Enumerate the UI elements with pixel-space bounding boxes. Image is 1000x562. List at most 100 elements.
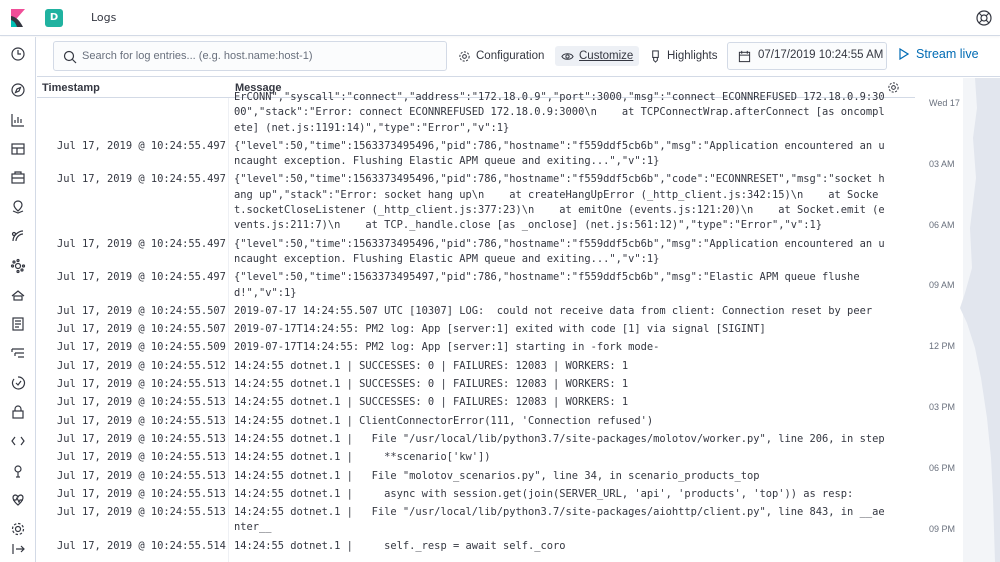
log-message: {"level":50,"time":1563373495496,"pid":7…: [234, 139, 885, 168]
log-message: {"level":50,"time":1563373495496,"pid":7…: [234, 237, 885, 265]
log-timestamp: Jul 17, 2019 @ 10:24:55.513: [57, 487, 226, 500]
infrastructure-icon[interactable]: [10, 258, 26, 274]
heartbeat-icon[interactable]: [10, 492, 26, 508]
log-message: 14:24:55 dotnet.1 | async with session.g…: [234, 487, 854, 500]
breadcrumb-logs: Logs: [91, 11, 117, 24]
log-row[interactable]: Jul 17, 2019 @ 10:24:55.507 2019-07-17 14…: [37, 304, 915, 319]
minimap-label: 03 AM: [929, 159, 955, 169]
date-picker[interactable]: 07/17/2019 10:24:55 AM: [727, 42, 887, 70]
highlighter-icon: [652, 49, 659, 63]
log-row[interactable]: Jul 17, 2019 @ 10:24:55.509 2019-07-17T14…: [37, 340, 915, 355]
log-row[interactable]: Jul 17, 2019 @ 10:24:55.513 14:24:55 dotn…: [37, 432, 915, 447]
search-bar[interactable]: [53, 41, 447, 71]
logs-toolbar: Configuration Customize Highlights 07/17…: [37, 37, 1000, 77]
log-message: 14:24:55 dotnet.1 | File "/usr/local/lib…: [234, 506, 885, 534]
log-stream: Timestamp Message ErCONN","syscall":"con…: [37, 78, 915, 562]
customize-button[interactable]: Customize: [555, 46, 640, 66]
collapse-icon[interactable]: [10, 541, 26, 557]
log-message: 14:24:55 dotnet.1 | SUCCESSES: 0 | FAILU…: [234, 359, 629, 372]
maps-icon[interactable]: [10, 199, 26, 215]
log-timestamp: Jul 17, 2019 @ 10:24:55.513: [57, 378, 226, 391]
uptime-icon[interactable]: [10, 375, 26, 391]
log-timestamp: Jul 17, 2019 @ 10:24:55.509: [57, 341, 226, 354]
log-message: 14:24:55 dotnet.1 | SUCCESSES: 0 | FAILU…: [234, 396, 629, 409]
dev-tools-icon[interactable]: [10, 433, 26, 449]
minimap-label: 06 PM: [929, 463, 956, 473]
minimap-density-graph: [960, 78, 1000, 562]
log-message: {"level":50,"time":1563373495496,"pid":7…: [234, 173, 885, 232]
log-row[interactable]: Jul 17, 2019 @ 10:24:55.513 14:24:55 dotn…: [37, 505, 915, 536]
log-row[interactable]: Jul 17, 2019 @ 10:24:55.513 14:24:55 dotn…: [37, 395, 915, 410]
log-message: 14:24:55 dotnet.1 | ClientConnectorError…: [234, 414, 654, 427]
log-row[interactable]: Jul 17, 2019 @ 10:24:55.497 {"level":50,"…: [37, 139, 915, 170]
monitoring-icon[interactable]: [10, 463, 26, 479]
side-navigation: [0, 37, 36, 562]
log-timestamp: Jul 17, 2019 @ 10:24:55.512: [57, 359, 226, 372]
log-message: {"level":50,"time":1563373495497,"pid":7…: [234, 271, 860, 299]
logs-icon[interactable]: [6, 313, 30, 335]
log-message: 2019-07-17T14:24:55: PM2 log: App [serve…: [234, 323, 766, 336]
minimap-label: Wed 17: [929, 98, 960, 108]
play-icon: [899, 48, 909, 60]
log-row[interactable]: Jul 17, 2019 @ 10:24:55.513 14:24:55 dotn…: [37, 414, 915, 429]
log-message: 14:24:55 dotnet.1 | File "molotov_scenar…: [234, 469, 760, 482]
log-timestamp: Jul 17, 2019 @ 10:24:55.497: [57, 173, 226, 186]
stream-live-button[interactable]: Stream live: [899, 47, 979, 61]
log-row[interactable]: Jul 17, 2019 @ 10:24:55.513 14:24:55 dotn…: [37, 377, 915, 392]
log-timestamp: Jul 17, 2019 @ 10:24:55.513: [57, 469, 226, 482]
log-row[interactable]: Jul 17, 2019 @ 10:24:55.514 14:24:55 dotn…: [37, 539, 915, 554]
machine-learning-icon[interactable]: [10, 228, 26, 244]
management-icon[interactable]: [10, 521, 26, 537]
minimap-label: 09 PM: [929, 524, 956, 534]
log-row[interactable]: Jul 17, 2019 @ 10:24:55.497 {"level":50,"…: [37, 237, 915, 268]
minimap-label: 06 AM: [929, 220, 955, 230]
log-timestamp: Jul 17, 2019 @ 10:24:55.514: [57, 539, 226, 552]
canvas-icon[interactable]: [10, 170, 26, 186]
log-message: 14:24:55 dotnet.1 | File "/usr/local/lib…: [234, 432, 885, 445]
minimap-label: 12 PM: [929, 341, 956, 351]
log-row[interactable]: Jul 17, 2019 @ 10:24:55.507 2019-07-17T14…: [37, 322, 915, 337]
space-avatar[interactable]: D: [45, 9, 63, 27]
compass-icon[interactable]: [10, 82, 26, 98]
log-timestamp: Jul 17, 2019 @ 10:24:55.513: [57, 451, 226, 464]
log-message: 2019-07-17 14:24:55.507 UTC [10307] LOG:…: [234, 304, 873, 317]
top-header: D Logs: [0, 0, 1000, 36]
log-row[interactable]: Jul 17, 2019 @ 10:24:55.513 14:24:55 dotn…: [37, 450, 915, 465]
log-timestamp: Jul 17, 2019 @ 10:24:55.513: [57, 414, 226, 427]
calendar-icon: [738, 50, 751, 63]
search-icon: [63, 50, 77, 64]
log-message: 14:24:55 dotnet.1 | self._resp = await s…: [234, 539, 566, 552]
log-row[interactable]: Jul 17, 2019 @ 10:24:55.497 {"level":50,"…: [37, 270, 915, 301]
clock-icon[interactable]: [10, 46, 26, 62]
log-row[interactable]: Jul 17, 2019 @ 10:24:55.512 14:24:55 dotn…: [37, 359, 915, 374]
log-timestamp: Jul 17, 2019 @ 10:24:55.507: [57, 304, 226, 317]
log-timestamp: Jul 17, 2019 @ 10:24:55.497: [57, 271, 226, 284]
configuration-label: Configuration: [476, 50, 545, 62]
log-timestamp: Jul 17, 2019 @ 10:24:55.513: [57, 506, 226, 519]
log-row[interactable]: Jul 17, 2019 @ 10:24:55.497 {"level":50,"…: [37, 172, 915, 233]
log-row[interactable]: ErCONN","syscall":"connect","address":"1…: [37, 90, 915, 136]
minimap-label: 03 PM: [929, 402, 956, 412]
dashboard-icon[interactable]: [10, 141, 26, 157]
search-input[interactable]: [82, 47, 442, 65]
help-icon[interactable]: [975, 9, 993, 27]
apm-icon[interactable]: [10, 346, 26, 362]
siem-icon[interactable]: [10, 287, 26, 303]
log-message: 14:24:55 dotnet.1 | **scenario['kw']): [234, 451, 491, 464]
configuration-button[interactable]: Configuration: [458, 47, 544, 65]
log-timestamp: Jul 17, 2019 @ 10:24:55.513: [57, 396, 226, 409]
log-row[interactable]: Jul 17, 2019 @ 10:24:55.513 14:24:55 dotn…: [37, 487, 915, 502]
log-message: 14:24:55 dotnet.1 | SUCCESSES: 0 | FAILU…: [234, 378, 629, 391]
log-timestamp: Jul 17, 2019 @ 10:24:55.497: [57, 237, 226, 250]
gear-icon: [459, 50, 470, 62]
highlights-button[interactable]: Highlights: [649, 47, 718, 65]
kibana-logo-icon[interactable]: [9, 9, 27, 27]
date-value: 07/17/2019 10:24:55 AM: [758, 49, 884, 61]
security-icon[interactable]: [10, 404, 26, 420]
log-message: 2019-07-17T14:24:55: PM2 log: App [serve…: [234, 341, 660, 354]
visualize-icon[interactable]: [10, 112, 26, 128]
log-minimap[interactable]: Wed 17 03 AM 06 AM 09 AM 12 PM 03 PM 06 …: [915, 78, 1000, 562]
log-row[interactable]: Jul 17, 2019 @ 10:24:55.513 14:24:55 dotn…: [37, 469, 915, 484]
log-timestamp: Jul 17, 2019 @ 10:24:55.513: [57, 432, 226, 445]
log-timestamp: Jul 17, 2019 @ 10:24:55.507: [57, 323, 226, 336]
